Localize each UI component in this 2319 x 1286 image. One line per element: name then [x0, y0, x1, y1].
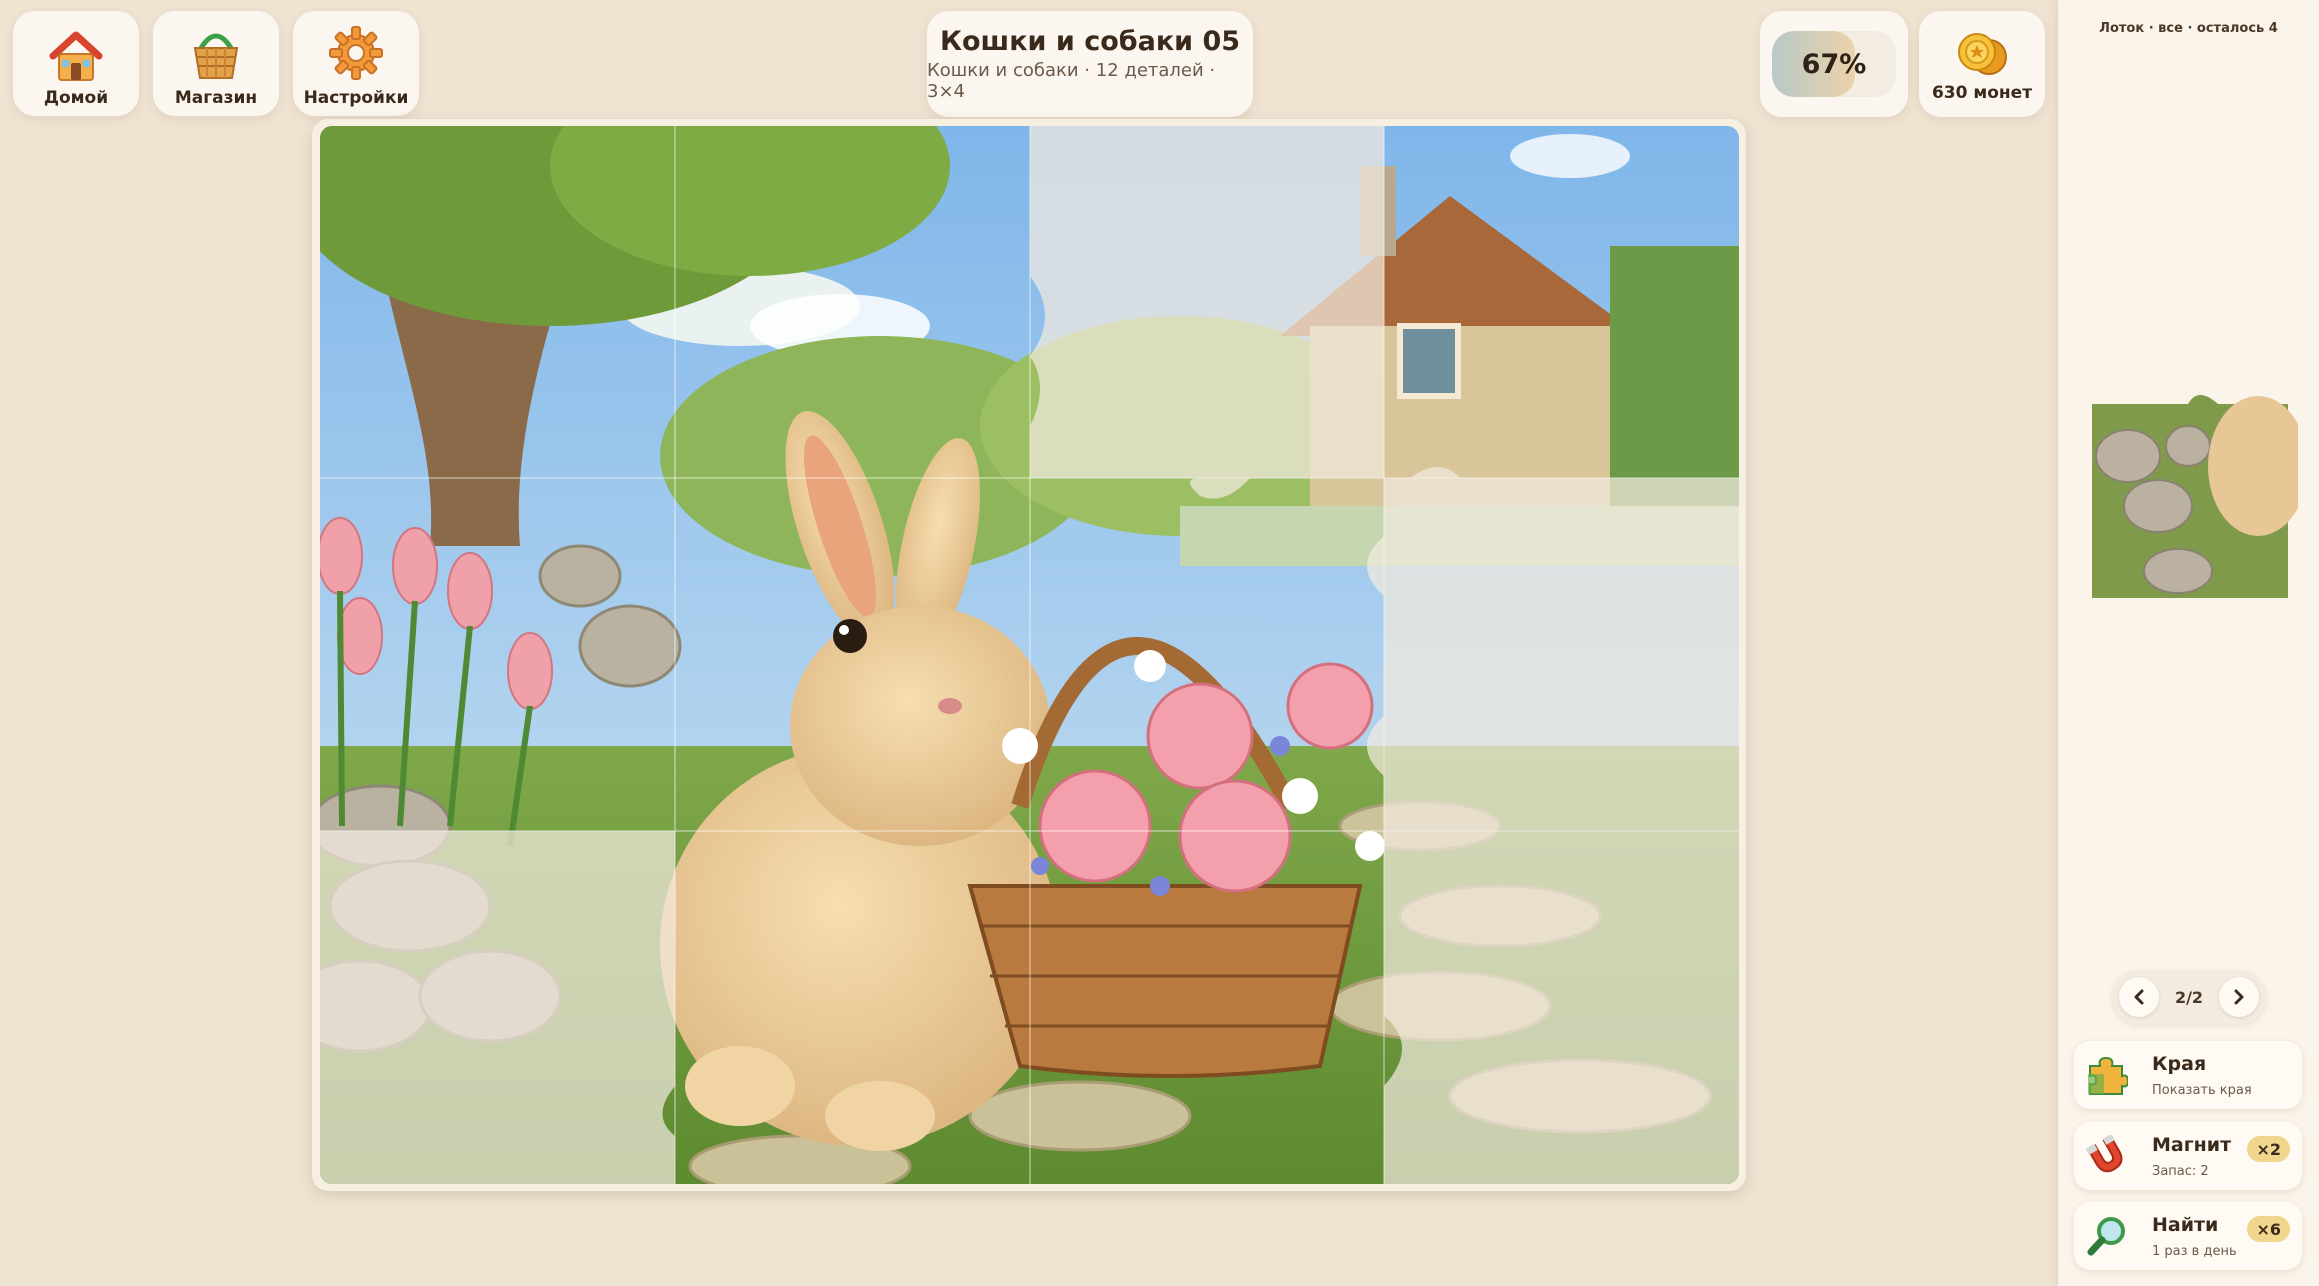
magnet-count-badge: ×2 — [2247, 1136, 2290, 1162]
find-tool-name: Найти — [2152, 1214, 2219, 1236]
edges-tool-description: Показать края — [2152, 1083, 2252, 1098]
coins-card[interactable]: 630 монет — [1919, 11, 2045, 117]
puzzle-scene — [320, 126, 1739, 1184]
settings-button[interactable]: Настройки — [293, 11, 419, 116]
magnet-tool-description: Запас: 2 — [2152, 1164, 2209, 1179]
find-tool-description: 1 раз в день — [2152, 1244, 2237, 1259]
puzzle-subtitle: Кошки и собаки · 12 деталей · 3×4 — [927, 60, 1216, 102]
progress-label: 67% — [1801, 48, 1867, 80]
shop-button[interactable]: Магазин — [153, 11, 279, 116]
home-label: Домой — [43, 88, 109, 108]
puzzle-board[interactable] — [320, 126, 1739, 1184]
home-button[interactable]: Домой — [13, 11, 139, 116]
puzzle-title: Кошки и собаки 05 — [939, 26, 1241, 57]
pager-count: 2/2 — [2174, 987, 2204, 1007]
find-tool-button[interactable]: Найти 1 раз в день ×6 — [2074, 1202, 2302, 1270]
next-page-button[interactable] — [2219, 977, 2259, 1017]
edges-tool-button[interactable]: Края Показать края — [2074, 1041, 2302, 1109]
gear-icon — [329, 26, 383, 80]
magnet-tool-name: Магнит — [2152, 1134, 2232, 1156]
coins-label: 630 монет — [1931, 83, 2033, 103]
chevron-right-icon — [2234, 989, 2244, 1005]
tray-puzzle-piece[interactable] — [2088, 386, 2298, 602]
piece-tray: Лоток · все · осталось 4 2/2 Края Показа… — [2058, 0, 2319, 1286]
progress-card: 67% — [1760, 11, 1908, 117]
progress-bar: 67% — [1772, 31, 1896, 97]
magnifier-icon — [2087, 1217, 2125, 1256]
puzzle-title-card: Кошки и собаки 05 Кошки и собаки · 12 де… — [927, 11, 1253, 117]
tray-status: Лоток · все · осталось 4 — [2099, 21, 2278, 36]
find-count-badge: ×6 — [2247, 1216, 2290, 1242]
puzzle-piece-icon — [2088, 1056, 2128, 1095]
settings-label: Настройки — [303, 88, 409, 108]
tray-pager: 2/2 — [2112, 970, 2266, 1024]
house-icon — [49, 31, 103, 81]
chevron-left-icon — [2134, 989, 2144, 1005]
shop-label: Магазин — [174, 88, 258, 108]
basket-icon — [193, 33, 239, 79]
magnet-tool-button[interactable]: Магнит Запас: 2 ×2 — [2074, 1122, 2302, 1190]
prev-page-button[interactable] — [2119, 977, 2159, 1017]
edges-tool-name: Края — [2152, 1053, 2207, 1075]
coin-icon — [1958, 33, 2007, 75]
magnet-icon — [2086, 1135, 2123, 1173]
